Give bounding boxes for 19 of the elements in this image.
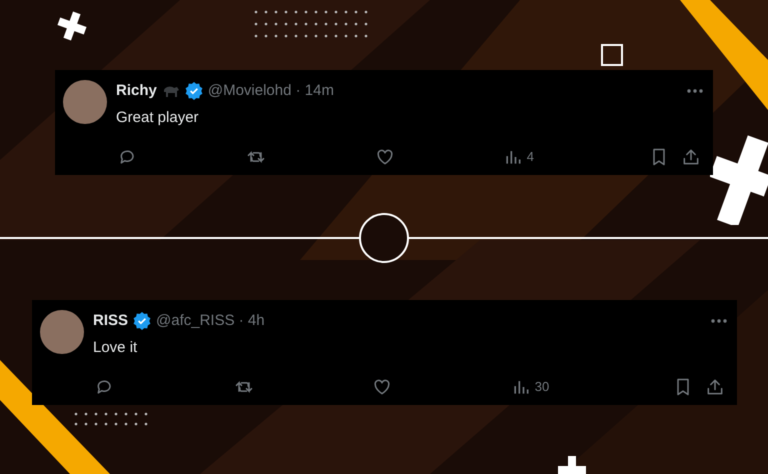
share-icon[interactable] xyxy=(681,147,701,167)
view-count: 30 xyxy=(534,378,550,396)
plus-shape xyxy=(56,10,88,42)
display-name[interactable]: Richy xyxy=(116,80,157,102)
handle-and-time: @afc_RISS · 4h xyxy=(156,311,265,331)
avatar-photo-placeholder[interactable] xyxy=(63,80,107,124)
square-outline xyxy=(601,44,623,66)
like-icon[interactable] xyxy=(374,147,394,167)
avatar-photo-placeholder[interactable] xyxy=(40,310,84,354)
circle-outline xyxy=(358,212,410,264)
share-icon[interactable] xyxy=(705,377,725,397)
view-count: 4 xyxy=(526,148,534,166)
more-icon[interactable] xyxy=(709,318,729,324)
more-icon[interactable] xyxy=(685,88,705,94)
handle-and-time: @Movielohd · 14m xyxy=(208,81,334,101)
tweet-text: Love it xyxy=(93,338,138,358)
tweet-text: Great player xyxy=(116,108,200,128)
like-icon[interactable] xyxy=(372,377,392,397)
display-name[interactable]: RISS xyxy=(93,310,128,332)
